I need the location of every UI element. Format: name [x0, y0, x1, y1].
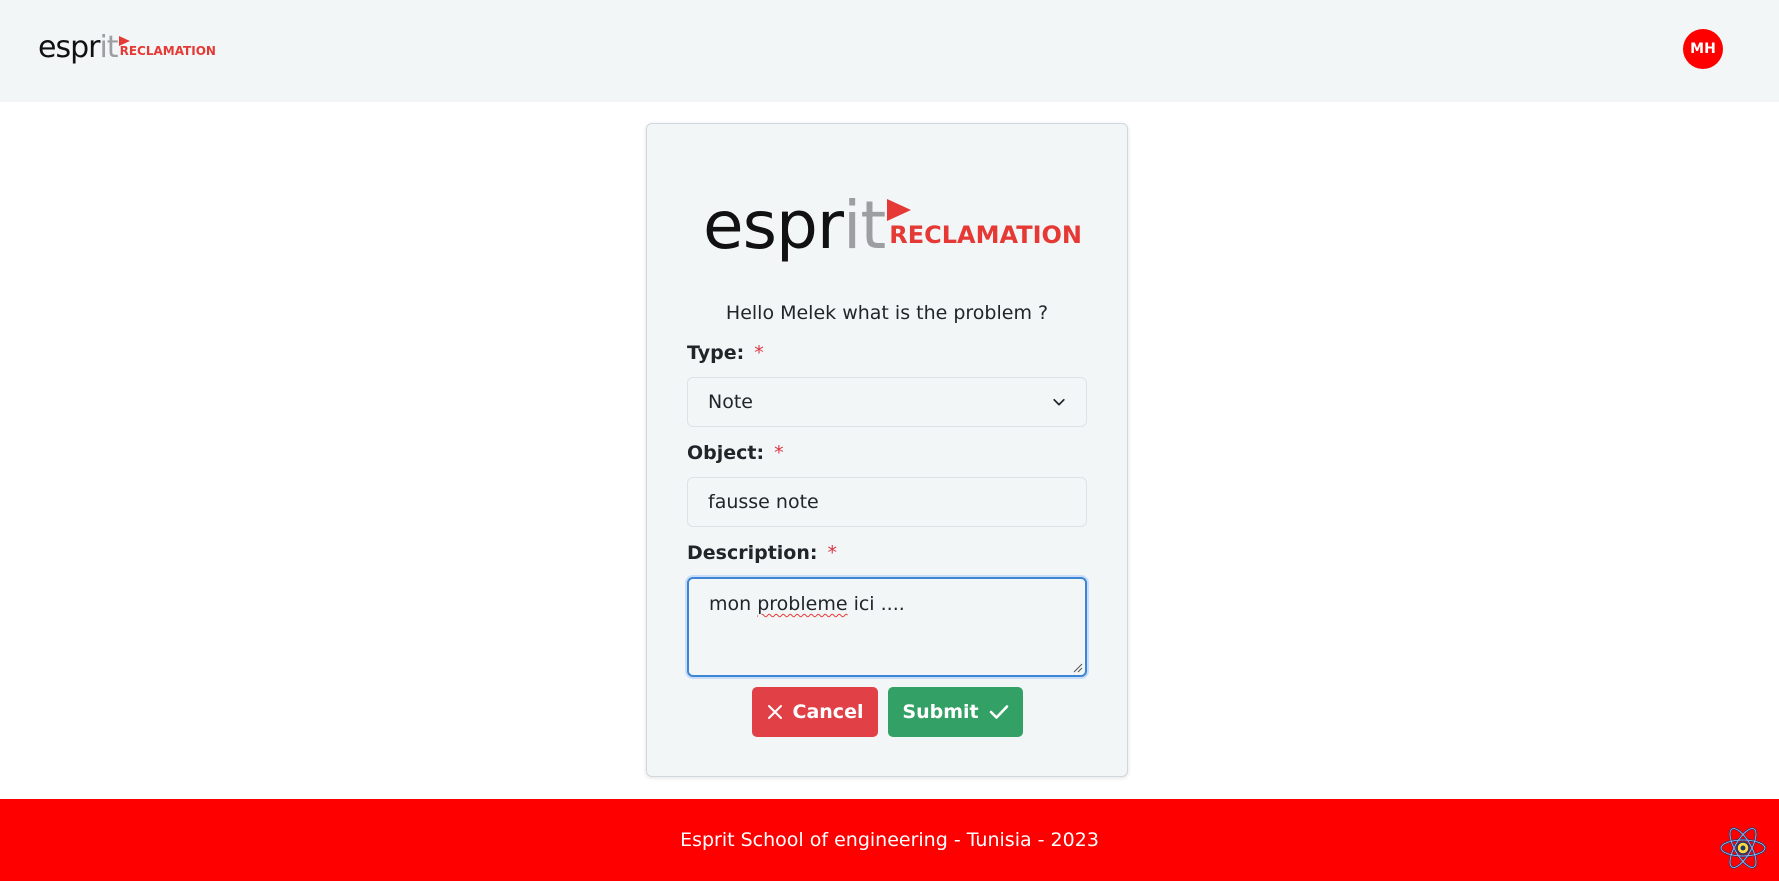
top-navbar: espr it RECLAMATION MH [0, 0, 1779, 102]
submit-button[interactable]: Submit [888, 687, 1023, 737]
required-marker: * [827, 542, 838, 564]
logo-text-espr: espr [703, 187, 844, 264]
logo-text-it-label: it [99, 30, 118, 65]
required-marker: * [774, 442, 784, 464]
flag-icon [887, 199, 912, 221]
chevron-down-icon [1053, 398, 1065, 406]
required-marker: * [754, 342, 764, 364]
resize-handle-icon[interactable] [1073, 663, 1083, 673]
submit-button-label: Submit [902, 701, 979, 723]
header-logo[interactable]: espr it RECLAMATION [38, 28, 216, 64]
logo-text-espr: espr [38, 30, 100, 65]
logo-text-reclamation: RECLAMATION [119, 44, 216, 58]
cancel-button-label: Cancel [792, 701, 864, 723]
check-icon [989, 705, 1008, 719]
logo-text-it: it [99, 30, 130, 65]
description-textarea-value: mon probleme ici .... [709, 593, 905, 615]
react-icon[interactable] [1718, 825, 1768, 871]
object-input[interactable]: fausse note [687, 477, 1087, 527]
description-text-prefix: mon [709, 593, 758, 615]
description-text-suffix: ici .... [847, 593, 905, 615]
type-label: Type: * [687, 342, 764, 364]
type-label-text: Type: [687, 342, 745, 364]
misspelled-word: probleme [757, 593, 848, 615]
close-icon [767, 705, 782, 719]
greeting-text: Hello Melek what is the problem ? [725, 302, 1049, 324]
type-select-value: Note [708, 391, 753, 413]
logo-text-it: it [843, 191, 912, 261]
flag-icon [118, 36, 130, 46]
type-select[interactable]: Note [687, 377, 1087, 427]
description-textarea[interactable]: mon probleme ici .... [687, 577, 1087, 677]
description-label-text: Description: [687, 542, 818, 564]
footer: Esprit School of engineering - Tunisia -… [0, 799, 1779, 881]
footer-copyright: Esprit School of engineering - Tunisia -… [680, 829, 1099, 851]
card-logo: espr it RECLAMATION [703, 179, 1082, 261]
reclamation-form-card: espr it RECLAMATION Hello Melek what is … [646, 123, 1128, 777]
description-label: Description: * [687, 542, 837, 564]
logo-text-reclamation: RECLAMATION [889, 221, 1082, 249]
object-input-value: fausse note [708, 491, 819, 513]
object-label: Object: * [687, 442, 784, 464]
object-label-text: Object: [687, 442, 765, 464]
cancel-button[interactable]: Cancel [752, 687, 878, 737]
logo-text-it-label: it [843, 187, 886, 264]
user-avatar[interactable]: MH [1683, 29, 1723, 69]
